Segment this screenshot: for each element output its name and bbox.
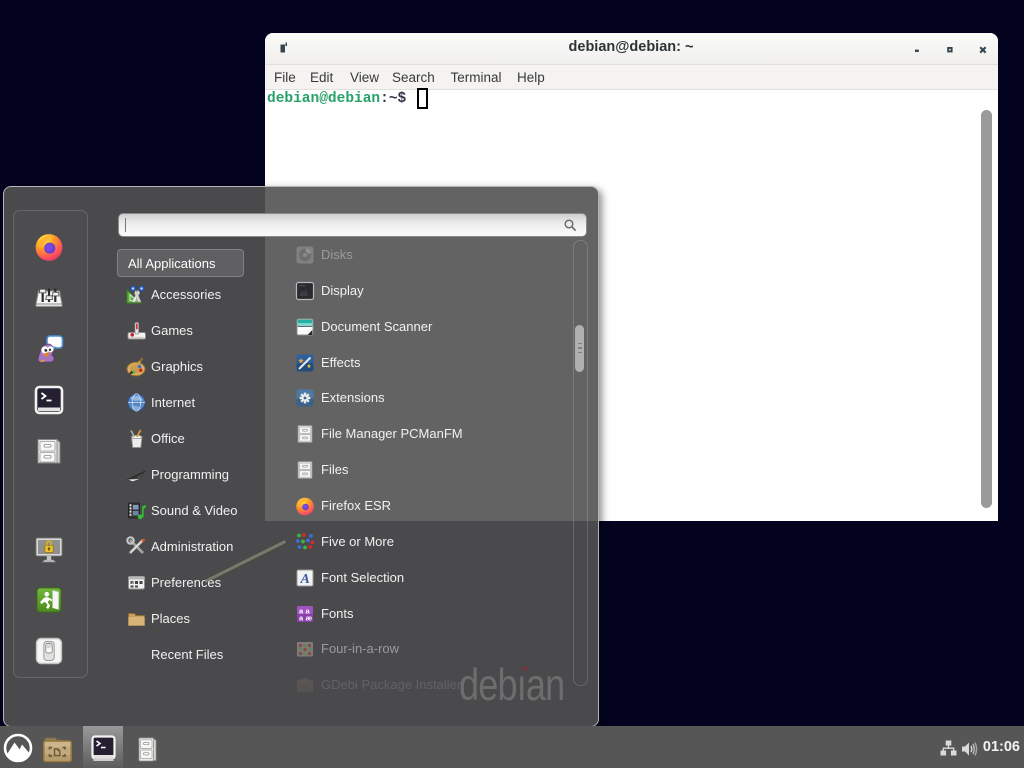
svg-text:A: A xyxy=(299,572,309,587)
svg-text:æ: æ xyxy=(305,613,312,622)
